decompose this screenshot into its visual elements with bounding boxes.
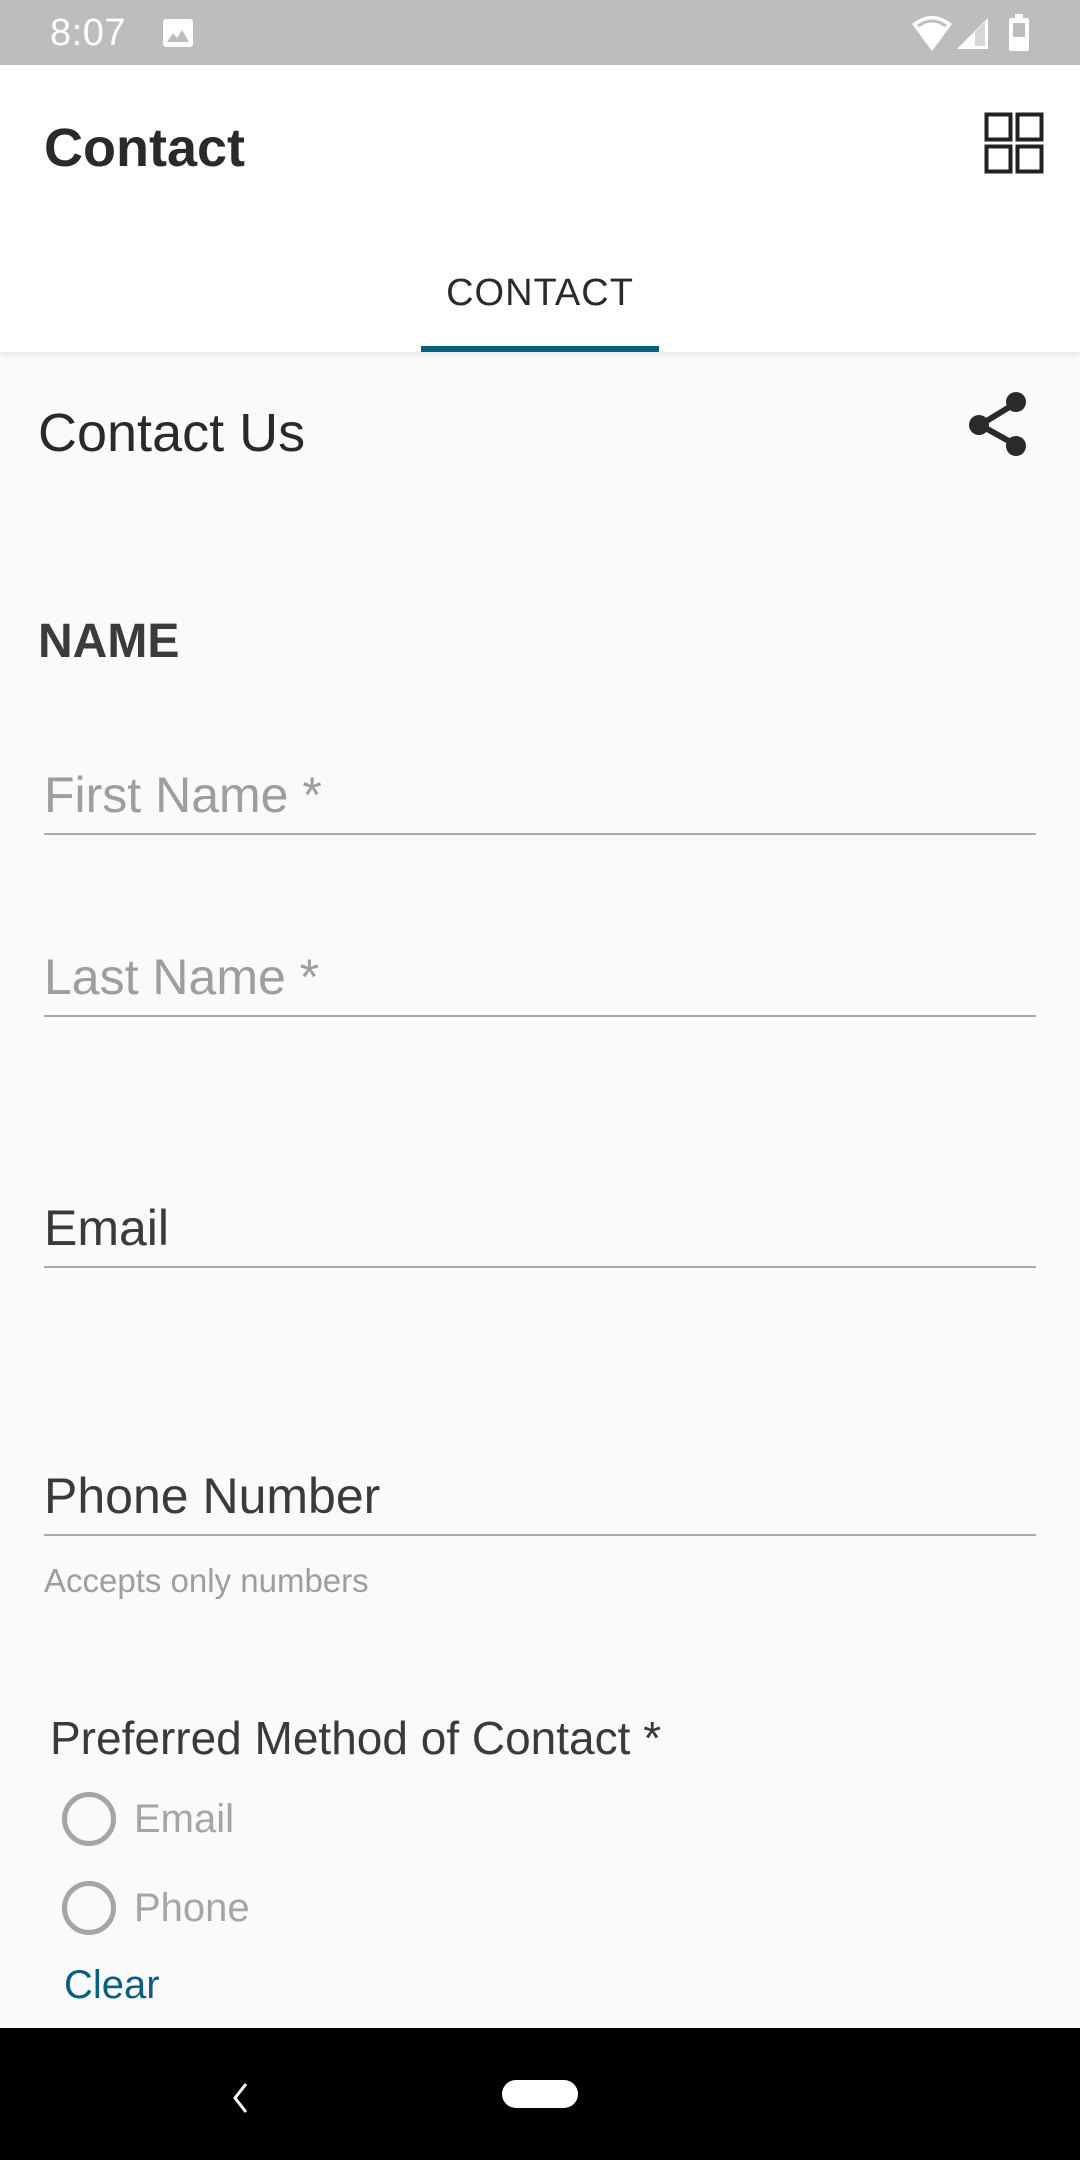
- radio-label-email: Email: [134, 1797, 235, 1841]
- radio-unchecked-icon[interactable]: [62, 1792, 116, 1846]
- name-group-heading: NAME: [38, 615, 180, 668]
- grid-view-button[interactable]: [976, 105, 1052, 181]
- share-icon: [969, 392, 1026, 456]
- radio-option-phone[interactable]: Phone: [62, 1876, 462, 1940]
- battery-icon: [1009, 14, 1029, 51]
- back-button[interactable]: [210, 2076, 270, 2120]
- contact-form: Contact Us NAME First Name * Last Name *…: [0, 352, 1080, 2028]
- image-notification-icon: [163, 19, 193, 47]
- preferred-contact-label: Preferred Method of Contact *: [50, 1712, 662, 1764]
- last-name-field[interactable]: Last Name *: [44, 935, 1036, 1017]
- tab-contact[interactable]: CONTACT: [421, 240, 659, 352]
- phone-field[interactable]: Phone Number: [44, 1454, 1036, 1536]
- first-name-input[interactable]: [44, 753, 1036, 833]
- system-nav-bar: [0, 2028, 1080, 2160]
- radio-option-email[interactable]: Email: [62, 1787, 462, 1851]
- section-title: Contact Us: [38, 403, 306, 463]
- status-bar: 8:07: [0, 0, 1080, 65]
- phone-helper-text: Accepts only numbers: [44, 1562, 369, 1599]
- cell-signal-icon: [957, 18, 988, 49]
- status-time: 8:07: [50, 12, 126, 54]
- wifi-icon: [912, 16, 952, 51]
- grid-view-icon: [984, 112, 1044, 174]
- app-bar: Contact CONTACT: [0, 65, 1080, 352]
- tab-contact-label: CONTACT: [446, 272, 634, 314]
- share-button[interactable]: [958, 384, 1038, 464]
- radio-unchecked-icon[interactable]: [62, 1881, 116, 1935]
- radio-label-phone: Phone: [134, 1886, 250, 1930]
- back-icon: [233, 2083, 248, 2113]
- home-pill-icon[interactable]: [502, 2080, 578, 2108]
- email-input[interactable]: [44, 1186, 1036, 1266]
- clear-selection-button[interactable]: Clear: [64, 1960, 160, 2010]
- page-title: Contact: [44, 118, 245, 178]
- last-name-input[interactable]: [44, 935, 1036, 1015]
- tab-selected-indicator: [421, 346, 659, 352]
- first-name-field[interactable]: First Name *: [44, 753, 1036, 835]
- phone-input[interactable]: [44, 1454, 1036, 1534]
- email-field[interactable]: Email: [44, 1186, 1036, 1268]
